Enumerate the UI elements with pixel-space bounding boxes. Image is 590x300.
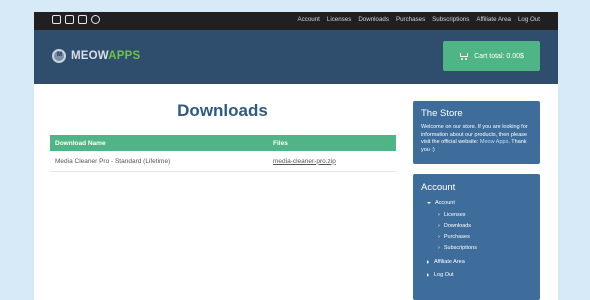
downloads-table: Download Name Files Media Cleaner Pro - … bbox=[50, 135, 396, 172]
file-download-link[interactable]: media-cleaner-pro.zip bbox=[273, 158, 336, 165]
cart-total-label: Cart total: 0.00$ bbox=[474, 52, 524, 60]
store-text: Welcome on our store. If you are looking… bbox=[421, 124, 528, 154]
table-header: Download Name Files bbox=[50, 135, 396, 151]
topnav-subscriptions[interactable]: Subscriptions bbox=[432, 16, 469, 23]
account-widget: Account Account › Licenses › Downloads › Pu… bbox=[413, 174, 540, 300]
twitter-icon[interactable] bbox=[52, 15, 61, 24]
chevron-right-icon: › bbox=[438, 245, 440, 251]
store-title: The Store bbox=[421, 108, 463, 119]
logo-text: MEOWAPPS bbox=[71, 50, 141, 62]
chevron-right-icon: › bbox=[438, 223, 440, 229]
col-files: Files bbox=[273, 139, 288, 147]
cart-button[interactable]: Cart total: 0.00$ bbox=[443, 41, 540, 71]
topnav-downloads[interactable]: Downloads bbox=[358, 16, 389, 23]
account-title: Account bbox=[421, 182, 456, 193]
menu-item-subscriptions[interactable]: › Subscriptions bbox=[438, 245, 477, 251]
menu-item-licenses[interactable]: › Licenses bbox=[438, 212, 466, 218]
instagram-icon[interactable] bbox=[78, 15, 87, 24]
wordpress-icon[interactable] bbox=[91, 15, 100, 24]
chevron-right-icon: › bbox=[438, 234, 440, 240]
topnav-log-out[interactable]: Log Out bbox=[518, 16, 540, 23]
page-title: Downloads bbox=[177, 101, 268, 120]
col-download-name: Download Name bbox=[55, 139, 106, 147]
menu-item-account[interactable]: Account bbox=[427, 200, 455, 206]
social-icons bbox=[52, 15, 100, 24]
file-cell: media-cleaner-pro.zip bbox=[273, 158, 396, 165]
topnav-affiliate-area[interactable]: Affiliate Area bbox=[476, 16, 511, 23]
caret-right-icon bbox=[427, 272, 429, 277]
menu-item-purchases[interactable]: › Purchases bbox=[438, 234, 470, 240]
caret-right-icon bbox=[427, 259, 429, 264]
site-logo[interactable]: MEOWAPPS bbox=[52, 49, 140, 63]
store-widget: The Store Welcome on our store. If you a… bbox=[413, 101, 540, 164]
topnav-licenses[interactable]: Licenses bbox=[327, 16, 351, 23]
menu-item-log-out[interactable]: Log Out bbox=[427, 272, 454, 278]
menu-item-affiliate-area[interactable]: Affiliate Area bbox=[427, 259, 465, 265]
meow-apps-link[interactable]: Meow Apps bbox=[480, 139, 508, 145]
download-name-cell: Media Cleaner Pro - Standard (Lifetime) bbox=[55, 157, 171, 165]
facebook-icon[interactable] bbox=[65, 15, 74, 24]
caret-down-icon bbox=[427, 201, 431, 204]
topnav-purchases[interactable]: Purchases bbox=[396, 16, 425, 23]
top-nav: Account Licenses Downloads Purchases Sub… bbox=[298, 16, 540, 23]
table-row: Media Cleaner Pro - Standard (Lifetime) … bbox=[50, 151, 396, 172]
menu-item-downloads[interactable]: › Downloads bbox=[438, 223, 471, 229]
topnav-account[interactable]: Account bbox=[298, 16, 320, 23]
chevron-right-icon: › bbox=[438, 212, 440, 218]
top-bar: Account Licenses Downloads Purchases Sub… bbox=[34, 12, 558, 30]
meow-logo-icon bbox=[52, 49, 66, 63]
cart-icon bbox=[459, 52, 469, 60]
